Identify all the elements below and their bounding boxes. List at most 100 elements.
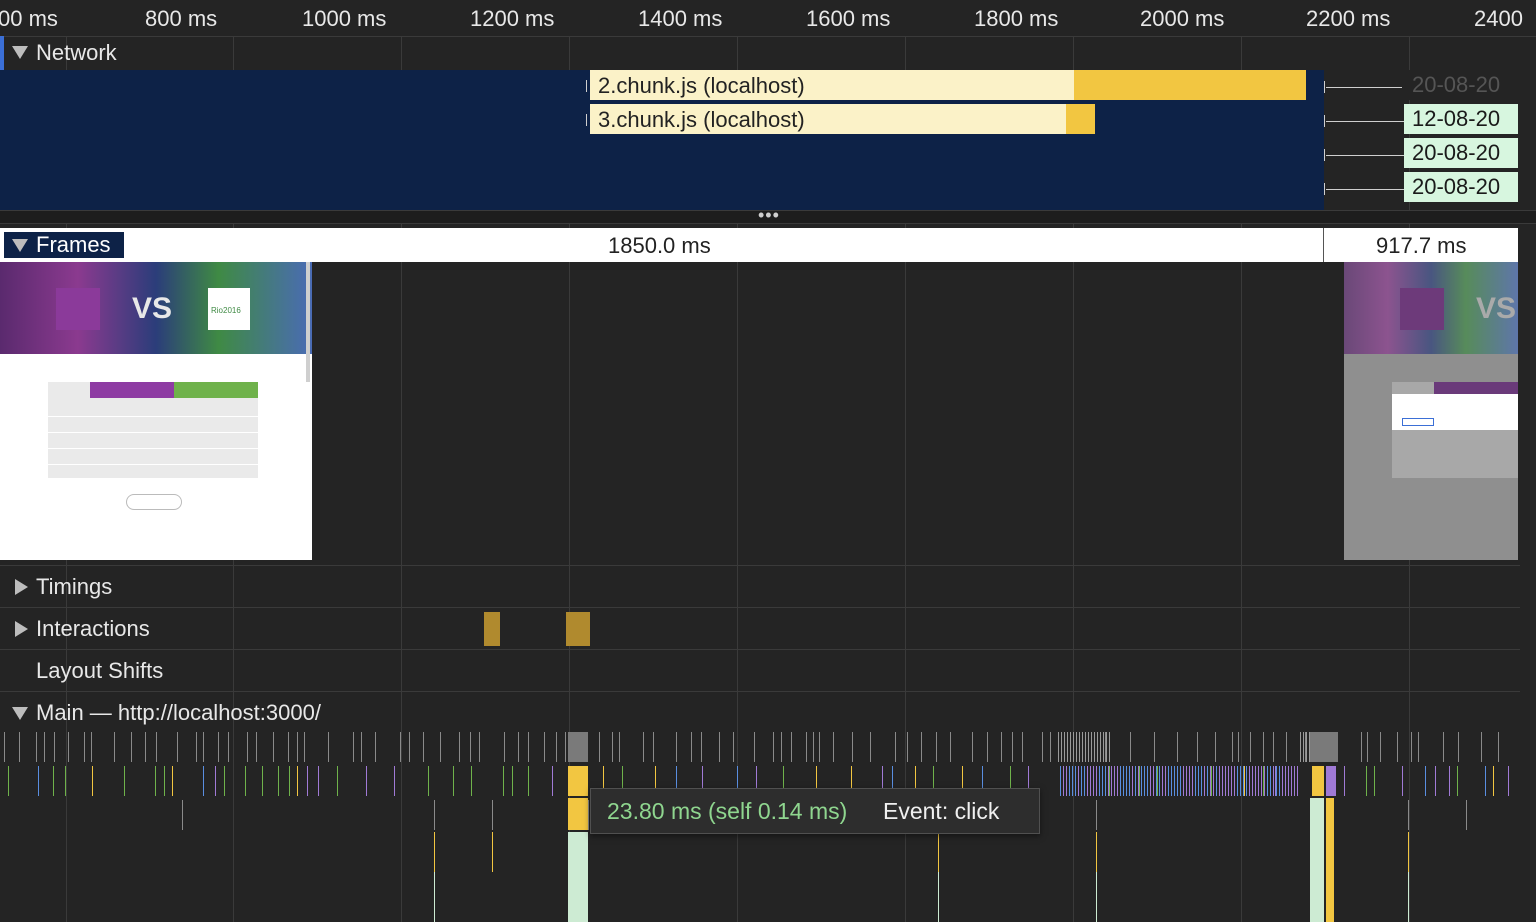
activity-bar[interactable] xyxy=(203,766,204,796)
activity-bar[interactable] xyxy=(1109,766,1110,796)
task-bar[interactable] xyxy=(1100,732,1101,762)
task-bar[interactable] xyxy=(1303,732,1304,762)
task-bar[interactable] xyxy=(676,732,677,762)
task-bar[interactable] xyxy=(1012,732,1013,762)
task-bar[interactable] xyxy=(518,732,519,762)
activity-bar[interactable] xyxy=(1285,766,1286,796)
activity-bar[interactable] xyxy=(1216,766,1217,796)
activity-bar[interactable] xyxy=(1141,766,1142,796)
activity-bar[interactable] xyxy=(1291,766,1292,796)
task-bar[interactable] xyxy=(819,732,820,762)
task-bar[interactable] xyxy=(1082,732,1083,762)
function-call-bar[interactable] xyxy=(1408,872,1409,922)
task-bar[interactable] xyxy=(156,732,157,762)
activity-bar[interactable] xyxy=(307,766,308,796)
activity-bar[interactable] xyxy=(1144,766,1145,796)
activity-bar[interactable] xyxy=(1078,766,1079,796)
task-bar[interactable] xyxy=(36,732,37,762)
timings-track-header[interactable]: Timings xyxy=(0,565,1520,608)
scripting-bar[interactable] xyxy=(568,798,588,830)
task-bar[interactable] xyxy=(791,732,792,762)
activity-bar[interactable] xyxy=(1255,766,1256,796)
activity-bar[interactable] xyxy=(1294,766,1295,796)
task-bar[interactable] xyxy=(1130,732,1131,762)
request-bar[interactable]: 2.chunk.js (localhost) xyxy=(590,70,1306,100)
activity-bar[interactable] xyxy=(1252,766,1253,796)
activity-bar[interactable] xyxy=(1081,766,1082,796)
function-call-bar[interactable] xyxy=(938,872,939,922)
activity-bar[interactable] xyxy=(1485,766,1486,796)
activity-bar[interactable] xyxy=(1183,766,1184,796)
activity-bar[interactable] xyxy=(38,766,39,796)
task-bar[interactable] xyxy=(556,732,557,762)
activity-bar[interactable] xyxy=(1493,766,1494,796)
task-bar[interactable] xyxy=(68,732,69,762)
task-bar[interactable] xyxy=(1067,732,1068,762)
time-ruler[interactable]: 00 ms 800 ms 1000 ms 1200 ms 1400 ms 160… xyxy=(0,0,1536,37)
task-bar[interactable] xyxy=(1238,732,1239,762)
activity-bar[interactable] xyxy=(1060,766,1061,796)
activity-bar[interactable] xyxy=(1069,766,1070,796)
task-bar[interactable] xyxy=(297,732,298,762)
activity-bar[interactable] xyxy=(1435,766,1436,796)
task-bar[interactable] xyxy=(950,732,951,762)
collapse-icon[interactable] xyxy=(12,46,28,59)
activity-bar[interactable] xyxy=(453,766,454,796)
rendering-bar[interactable] xyxy=(1326,766,1336,796)
activity-bar[interactable] xyxy=(1282,766,1283,796)
activity-bar[interactable] xyxy=(1508,766,1509,796)
activity-bar[interactable] xyxy=(1201,766,1202,796)
task-bar[interactable] xyxy=(304,732,305,762)
activity-bar[interactable] xyxy=(1105,766,1106,796)
activity-bar[interactable] xyxy=(1126,766,1127,796)
activity-bar[interactable] xyxy=(1243,766,1244,796)
task-bar[interactable] xyxy=(1367,732,1368,762)
task-bar[interactable] xyxy=(1042,732,1043,762)
activity-bar[interactable] xyxy=(1171,766,1172,796)
task-bar[interactable] xyxy=(1096,800,1097,830)
activity-bar[interactable] xyxy=(1279,766,1280,796)
task-bar[interactable] xyxy=(203,732,204,762)
task-bar[interactable] xyxy=(565,732,566,762)
activity-bar[interactable] xyxy=(1231,766,1232,796)
task-bar[interactable] xyxy=(1408,800,1409,830)
activity-bar[interactable] xyxy=(65,766,66,796)
activity-bar[interactable] xyxy=(262,766,263,796)
task-bar[interactable] xyxy=(691,732,692,762)
activity-bar[interactable] xyxy=(471,766,472,796)
task-bar[interactable] xyxy=(1411,732,1412,762)
activity-bar[interactable] xyxy=(245,766,246,796)
network-track-header[interactable]: Network xyxy=(0,36,1520,70)
task-bar[interactable] xyxy=(599,732,600,762)
task-bar[interactable] xyxy=(1076,732,1077,762)
task-bar[interactable] xyxy=(806,732,807,762)
task-bar[interactable] xyxy=(19,732,20,762)
function-call-bar[interactable] xyxy=(434,872,435,922)
activity-bar[interactable] xyxy=(1264,766,1265,796)
task-bar[interactable] xyxy=(754,732,755,762)
task-bar[interactable] xyxy=(84,732,85,762)
activity-bar[interactable] xyxy=(1114,766,1115,796)
activity-bar[interactable] xyxy=(337,766,338,796)
task-bar[interactable] xyxy=(936,732,937,762)
activity-bar[interactable] xyxy=(1273,766,1274,796)
scripting-bar[interactable] xyxy=(938,832,939,872)
activity-bar[interactable] xyxy=(1075,766,1076,796)
task-bar[interactable] xyxy=(1073,732,1074,762)
activity-bar[interactable] xyxy=(1180,766,1181,796)
task-bar[interactable] xyxy=(1064,732,1065,762)
activity-bar[interactable] xyxy=(1258,766,1259,796)
expand-icon[interactable] xyxy=(15,621,28,637)
task-bar[interactable] xyxy=(1481,732,1482,762)
task-bar[interactable] xyxy=(1498,732,1499,762)
activity-bar[interactable] xyxy=(1147,766,1148,796)
activity-bar[interactable] xyxy=(1174,766,1175,796)
task-bar[interactable] xyxy=(528,732,529,762)
resize-handle[interactable]: ••• xyxy=(0,205,1536,225)
activity-bar[interactable] xyxy=(428,766,429,796)
request-bar[interactable]: 12-08-20 xyxy=(1404,104,1518,134)
activity-bar[interactable] xyxy=(1246,766,1247,796)
activity-bar[interactable] xyxy=(1244,766,1245,796)
activity-bar[interactable] xyxy=(552,766,553,796)
activity-bar[interactable] xyxy=(1157,766,1158,796)
